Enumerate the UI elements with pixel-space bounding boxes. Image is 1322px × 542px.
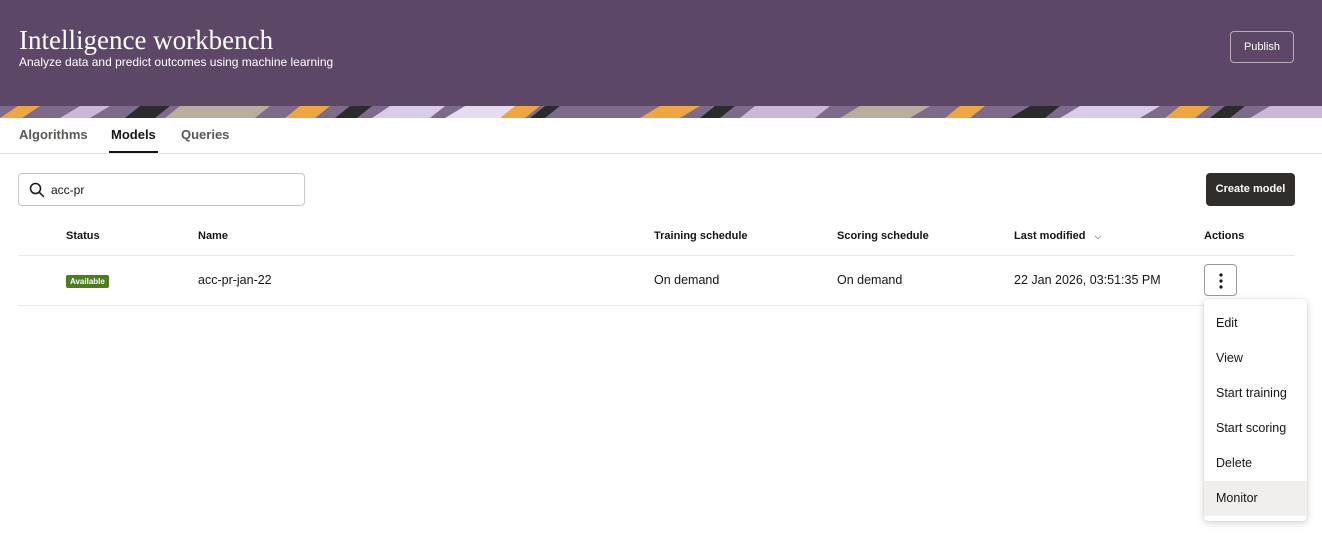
more-vertical-icon xyxy=(1219,273,1223,289)
column-header-status: Status xyxy=(66,230,100,242)
search-box xyxy=(18,173,305,206)
column-header-training-schedule: Training schedule xyxy=(654,230,748,242)
tab-algorithms[interactable]: Algorithms xyxy=(19,127,88,143)
model-name[interactable]: acc-pr-jan-22 xyxy=(198,273,272,288)
menu-item-start-training[interactable]: Start training xyxy=(1204,376,1307,411)
training-schedule-cell: On demand xyxy=(654,273,720,287)
menu-item-edit[interactable]: Edit xyxy=(1204,306,1307,341)
tab-queries[interactable]: Queries xyxy=(181,127,229,143)
search-icon xyxy=(29,182,45,198)
column-header-last-modified-label: Last modified xyxy=(1014,230,1086,242)
last-modified-cell: 22 Jan 2026, 03:51:35 PM xyxy=(1014,273,1161,287)
menu-item-start-scoring[interactable]: Start scoring xyxy=(1204,411,1307,446)
tab-models[interactable]: Models xyxy=(109,127,158,153)
page-subtitle: Analyze data and predict outcomes using … xyxy=(19,55,334,69)
menu-item-view[interactable]: View xyxy=(1204,341,1307,376)
menu-item-monitor[interactable]: Monitor xyxy=(1204,481,1307,516)
chevron-down-icon: ⌵ xyxy=(1094,231,1102,241)
table-header-divider xyxy=(18,255,1295,256)
column-header-last-modified[interactable]: Last modified ⌵ xyxy=(1014,230,1101,243)
column-header-name: Name xyxy=(198,230,228,242)
actions-menu: Edit View Start training Start scoring D… xyxy=(1204,299,1307,521)
scoring-schedule-cell: On demand xyxy=(837,273,903,287)
page-title: Intelligence workbench xyxy=(19,25,274,55)
publish-button[interactable]: Publish xyxy=(1230,31,1294,63)
column-header-actions: Actions xyxy=(1204,230,1245,242)
column-header-scoring-schedule: Scoring schedule xyxy=(837,230,929,242)
search-input[interactable] xyxy=(51,180,291,200)
header-decorative-pattern xyxy=(0,106,1322,118)
create-model-button[interactable]: Create model xyxy=(1206,173,1295,206)
row-actions-button[interactable] xyxy=(1204,264,1237,296)
table-row-divider xyxy=(18,305,1295,306)
status-badge: Available xyxy=(66,275,109,288)
page-header: Intelligence workbench Analyze data and … xyxy=(0,0,1322,118)
menu-item-delete[interactable]: Delete xyxy=(1204,446,1307,481)
tab-bar: Algorithms Models Queries xyxy=(0,118,1322,154)
